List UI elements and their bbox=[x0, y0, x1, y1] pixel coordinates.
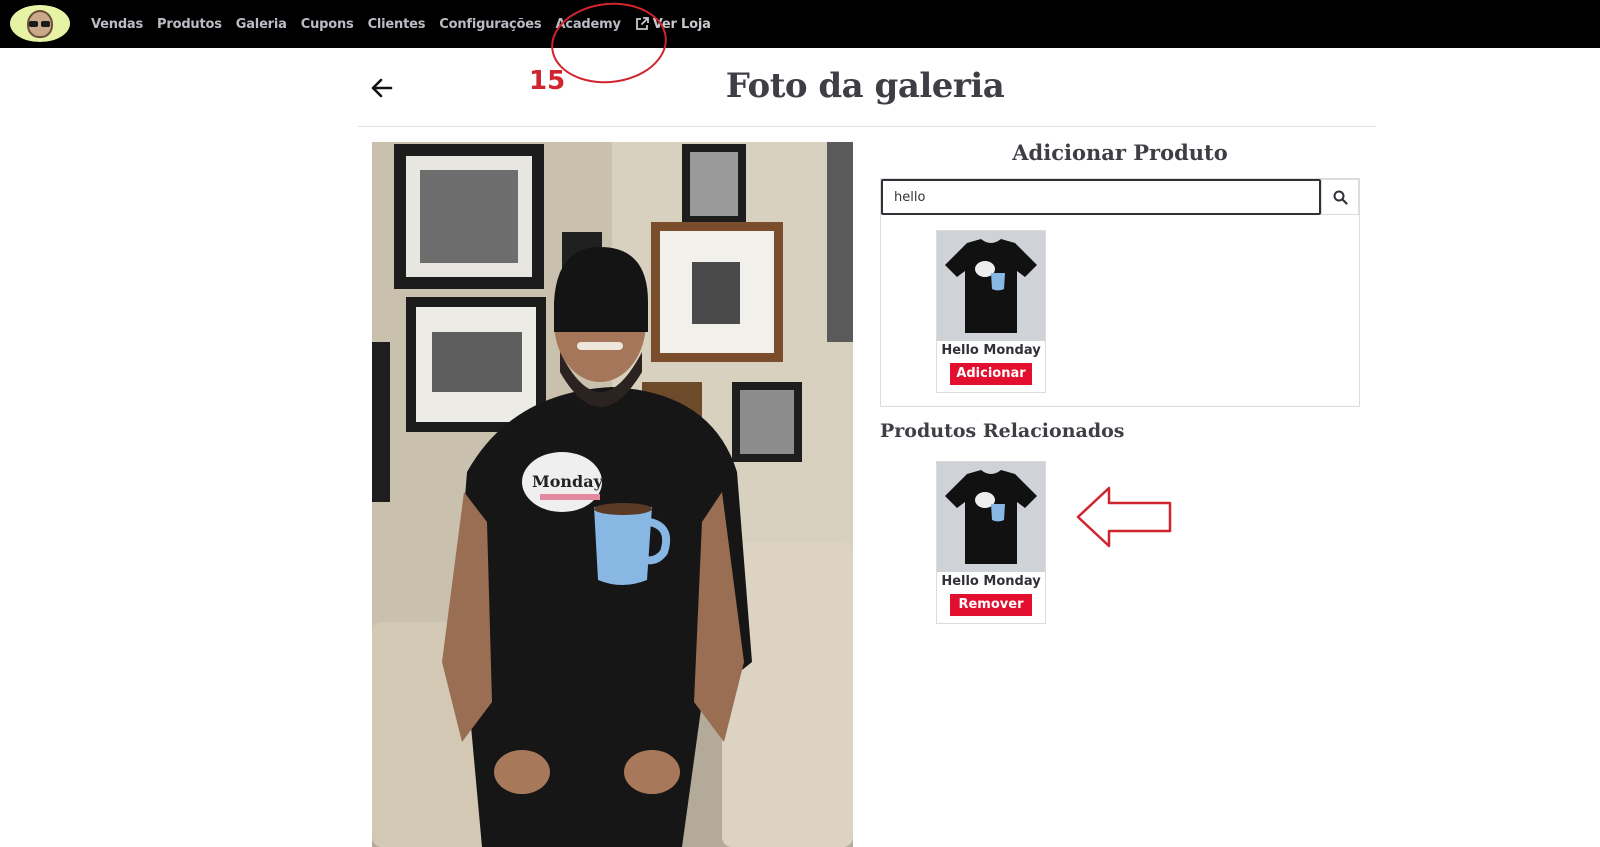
product-search-input[interactable] bbox=[881, 179, 1321, 215]
product-name: Hello Monday bbox=[941, 343, 1041, 358]
nav-cupons[interactable]: Cupons bbox=[301, 17, 354, 32]
product-thumbnail bbox=[937, 231, 1045, 341]
tshirt-image bbox=[937, 231, 1045, 341]
search-button[interactable] bbox=[1321, 179, 1359, 215]
page-title: Foto da galeria bbox=[725, 66, 1005, 106]
nav-clientes[interactable]: Clientes bbox=[368, 17, 426, 32]
top-navbar: Vendas Produtos Galeria Cupons Clientes … bbox=[0, 0, 1600, 48]
back-arrow-icon[interactable] bbox=[371, 78, 393, 98]
gallery-photo-image: Monday bbox=[372, 142, 853, 847]
product-thumbnail bbox=[937, 462, 1045, 572]
gallery-photo: Monday bbox=[372, 142, 853, 847]
product-name: Hello Monday bbox=[941, 574, 1041, 589]
annotation-arrow-icon bbox=[1076, 486, 1172, 548]
brand-logo[interactable] bbox=[10, 5, 70, 42]
nav-galeria[interactable]: Galeria bbox=[236, 17, 287, 32]
nav-configuracoes[interactable]: Configurações bbox=[439, 17, 541, 32]
annotation-step-number: 15 bbox=[529, 66, 566, 96]
logo-glasses bbox=[29, 21, 51, 27]
search-icon bbox=[1333, 190, 1348, 205]
header-divider bbox=[358, 126, 1376, 127]
related-products-title: Produtos Relacionados bbox=[880, 420, 1125, 442]
add-button[interactable]: Adicionar bbox=[950, 363, 1032, 385]
svg-text:Monday: Monday bbox=[532, 472, 604, 491]
tshirt-image bbox=[937, 462, 1045, 572]
add-product-title: Adicionar Produto bbox=[1012, 140, 1228, 165]
remove-button[interactable]: Remover bbox=[950, 594, 1032, 616]
nav-vendas[interactable]: Vendas bbox=[91, 17, 143, 32]
related-product-card: Hello Monday Remover bbox=[936, 461, 1046, 624]
nav-produtos[interactable]: Produtos bbox=[157, 17, 222, 32]
search-result-card: Hello Monday Adicionar bbox=[936, 230, 1046, 393]
